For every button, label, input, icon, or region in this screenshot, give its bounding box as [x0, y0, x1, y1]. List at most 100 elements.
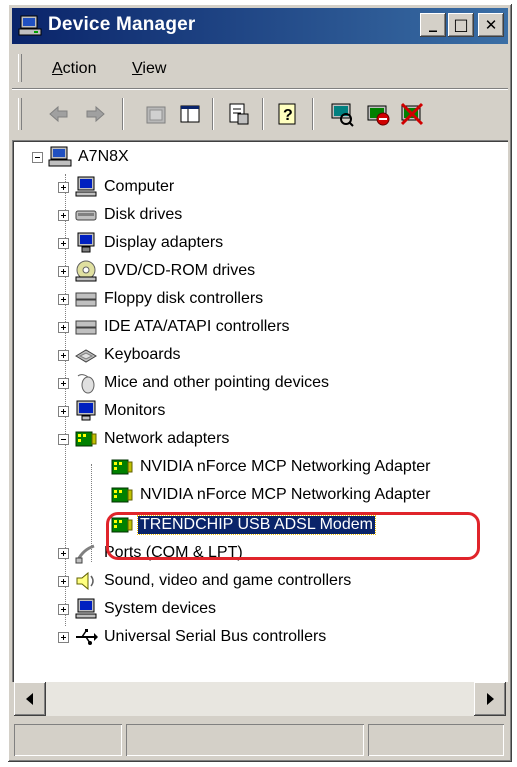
tree-category-label: System devices — [104, 600, 217, 617]
device-manager-icon — [18, 15, 42, 36]
minimize-button[interactable]: _ — [420, 13, 446, 37]
tree-category-label: Display adapters — [104, 234, 224, 251]
computer-icon — [48, 146, 72, 167]
tree-category-label: DVD/CD-ROM drives — [104, 262, 256, 279]
tree-category-label: IDE ATA/ATAPI controllers — [104, 318, 290, 335]
cdrom-icon — [75, 260, 97, 282]
toolbar-separator — [122, 98, 124, 130]
menu-bar: Action View — [12, 50, 508, 86]
maximize-button[interactable]: □ — [448, 13, 474, 37]
collapse-toggle[interactable] — [58, 434, 69, 445]
menu-grip[interactable] — [18, 54, 22, 82]
tree-category-label: Universal Serial Bus controllers — [104, 628, 327, 645]
ide-controller-icon — [75, 320, 97, 335]
display-adapter-icon — [77, 232, 95, 253]
disable-icon[interactable] — [398, 100, 426, 128]
toolbar-separator — [212, 98, 214, 130]
tree-category-label: Sound, video and game controllers — [104, 572, 352, 589]
floppy-controller-icon — [75, 292, 97, 307]
menu-action-key: A — [52, 60, 63, 77]
tree-device-nvidia-adapter-1[interactable]: NVIDIA nForce MCP Networking Adapter — [110, 454, 508, 480]
status-pane — [126, 724, 364, 756]
tree-category-disk-drives[interactable]: Disk drives — [58, 202, 498, 228]
monitor-icon — [76, 400, 96, 421]
expand-toggle[interactable] — [58, 378, 69, 389]
tree-category-system-devices[interactable]: System devices — [58, 596, 498, 622]
tree-category-dvd-cdrom[interactable]: DVD/CD-ROM drives — [58, 258, 498, 284]
tree-category-label: Monitors — [104, 402, 166, 419]
expand-toggle[interactable] — [58, 604, 69, 615]
port-icon — [75, 544, 95, 564]
device-tree[interactable]: A7N8X Computer Disk drives Display adapt… — [12, 140, 508, 682]
tree-device-nvidia-adapter-2[interactable]: NVIDIA nForce MCP Networking Adapter — [110, 482, 508, 508]
tree-category-label: Floppy disk controllers — [104, 290, 264, 307]
expand-toggle[interactable] — [58, 350, 69, 361]
menu-view-key: V — [132, 60, 143, 77]
scroll-right-button[interactable] — [474, 682, 506, 716]
status-bar — [12, 722, 508, 758]
network-adapter-icon — [111, 459, 133, 475]
menu-view[interactable]: View — [132, 60, 166, 78]
tree-category-label: Mice and other pointing devices — [104, 374, 330, 391]
tree-category-monitors[interactable]: Monitors — [58, 398, 498, 424]
close-button[interactable]: ✕ — [478, 13, 504, 37]
show-hide-tree-icon[interactable] — [176, 100, 204, 128]
up-folder-icon[interactable] — [142, 100, 170, 128]
tree-category-label: Keyboards — [104, 346, 181, 363]
tree-category-ide[interactable]: IDE ATA/ATAPI controllers — [58, 314, 498, 340]
tree-category-label: Computer — [104, 178, 175, 195]
expand-toggle[interactable] — [58, 548, 69, 559]
toolbar: ? — [12, 92, 508, 136]
properties-icon[interactable] — [224, 100, 252, 128]
scroll-left-button[interactable] — [14, 682, 46, 716]
expand-toggle[interactable] — [58, 210, 69, 221]
menu-action[interactable]: Action — [52, 60, 96, 78]
expand-toggle[interactable] — [58, 182, 69, 193]
network-adapter-icon — [75, 431, 97, 447]
scan-hardware-icon[interactable] — [328, 100, 356, 128]
uninstall-icon[interactable] — [364, 100, 392, 128]
tree-root[interactable]: A7N8X — [32, 144, 492, 170]
collapse-root-toggle[interactable] — [32, 152, 43, 163]
status-pane — [14, 724, 122, 756]
tree-category-mice[interactable]: Mice and other pointing devices — [58, 370, 498, 396]
network-adapter-icon — [111, 487, 133, 503]
menu-separator — [12, 88, 508, 90]
expand-toggle[interactable] — [58, 266, 69, 277]
toolbar-separator — [312, 98, 314, 130]
toolbar-grip[interactable] — [18, 98, 22, 130]
device-manager-window: Device Manager _ □ ✕ Action View ? A7N8X… — [8, 4, 512, 762]
keyboard-icon — [75, 349, 97, 363]
title-bar[interactable]: Device Manager _ □ ✕ — [12, 8, 508, 44]
expand-toggle[interactable] — [58, 576, 69, 587]
tree-category-keyboards[interactable]: Keyboards — [58, 342, 498, 368]
system-devices-icon — [75, 598, 97, 619]
tree-category-computer[interactable]: Computer — [58, 174, 498, 200]
computer-icon — [75, 176, 97, 197]
arrow-left-icon — [26, 693, 33, 705]
tree-category-usb[interactable]: Universal Serial Bus controllers — [58, 624, 498, 650]
tree-category-network-adapters[interactable]: Network adapters — [58, 426, 498, 452]
tree-root-label: A7N8X — [78, 148, 129, 165]
tree-category-sound[interactable]: Sound, video and game controllers — [58, 568, 498, 594]
mouse-icon — [77, 374, 95, 394]
expand-toggle[interactable] — [58, 322, 69, 333]
toolbar-separator — [262, 98, 264, 130]
menu-view-rest: iew — [142, 60, 167, 77]
expand-toggle[interactable] — [58, 238, 69, 249]
highlight-ring — [106, 512, 480, 560]
close-icon: ✕ — [484, 16, 498, 34]
horizontal-scrollbar[interactable] — [14, 682, 506, 716]
forward-arrow-icon[interactable] — [82, 100, 110, 128]
help-icon[interactable]: ? — [274, 100, 302, 128]
back-arrow-icon[interactable] — [44, 100, 72, 128]
expand-toggle[interactable] — [58, 294, 69, 305]
tree-category-label: Disk drives — [104, 206, 183, 223]
tree-category-floppy[interactable]: Floppy disk controllers — [58, 286, 498, 312]
tree-device-label: NVIDIA nForce MCP Networking Adapter — [140, 458, 431, 475]
tree-category-display-adapters[interactable]: Display adapters — [58, 230, 498, 256]
expand-toggle[interactable] — [58, 406, 69, 417]
minimize-icon: _ — [429, 13, 437, 32]
expand-toggle[interactable] — [58, 632, 69, 643]
maximize-icon: □ — [453, 15, 469, 34]
